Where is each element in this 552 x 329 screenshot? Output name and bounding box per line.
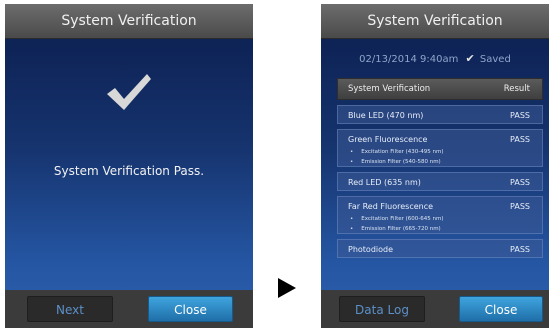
title-bar: System Verification xyxy=(321,4,549,39)
saved-label: Saved xyxy=(479,54,511,65)
filter-item: Excitation Filter (430-495 nm) xyxy=(350,147,443,157)
title-bar: System Verification xyxy=(5,4,253,39)
verification-results-screen: System Verification 02/13/2014 9:40am ✔ … xyxy=(321,4,549,328)
table-row: Red LED (635 nm) PASS xyxy=(337,172,543,191)
bottom-bar: Data Log Close xyxy=(321,290,549,328)
row-result: PASS xyxy=(510,202,530,211)
data-log-button[interactable]: Data Log xyxy=(339,296,425,322)
filter-list: Excitation Filter (600-645 nm) Emission … xyxy=(350,214,443,234)
row-name: Blue LED (470 nm) xyxy=(348,111,424,120)
header-result: Result xyxy=(503,84,530,94)
header-name: System Verification xyxy=(348,84,431,94)
close-button[interactable]: Close xyxy=(148,296,233,322)
row-name: Photodiode xyxy=(348,245,394,254)
row-result: PASS xyxy=(510,245,530,254)
filter-list: Excitation Filter (430-495 nm) Emission … xyxy=(350,147,443,167)
row-name: Red LED (635 nm) xyxy=(348,178,421,187)
results-table: System Verification Result Blue LED (470… xyxy=(337,78,543,258)
row-result: PASS xyxy=(510,135,530,144)
filter-item: Excitation Filter (600-645 nm) xyxy=(350,214,443,224)
checkmark-icon xyxy=(107,74,151,110)
row-name: Far Red Fluorescence xyxy=(348,202,434,211)
next-button[interactable]: Next xyxy=(27,296,113,322)
saved-status: 02/13/2014 9:40am ✔ Saved xyxy=(321,52,549,65)
bottom-bar: Next Close xyxy=(5,290,253,328)
row-result: PASS xyxy=(510,178,530,187)
row-name: Green Fluorescence xyxy=(348,135,428,144)
table-row: Far Red Fluorescence PASS Excitation Fil… xyxy=(337,196,543,234)
next-arrow-icon xyxy=(278,278,296,298)
close-button[interactable]: Close xyxy=(459,296,543,322)
check-icon: ✔ xyxy=(465,52,475,65)
filter-item: Emission Filter (540-580 nm) xyxy=(350,157,443,167)
timestamp: 02/13/2014 9:40am xyxy=(359,54,459,65)
table-row: Blue LED (470 nm) PASS xyxy=(337,105,543,124)
table-header: System Verification Result xyxy=(337,78,543,100)
screen-title: System Verification xyxy=(61,13,197,29)
row-result: PASS xyxy=(510,111,530,120)
filter-item: Emission Filter (665-720 nm) xyxy=(350,224,443,234)
table-row: Photodiode PASS xyxy=(337,239,543,258)
screen-title: System Verification xyxy=(367,13,503,29)
verification-pass-screen: System Verification System Verification … xyxy=(5,4,253,328)
table-row: Green Fluorescence PASS Excitation Filte… xyxy=(337,129,543,167)
pass-message: System Verification Pass. xyxy=(53,164,205,178)
